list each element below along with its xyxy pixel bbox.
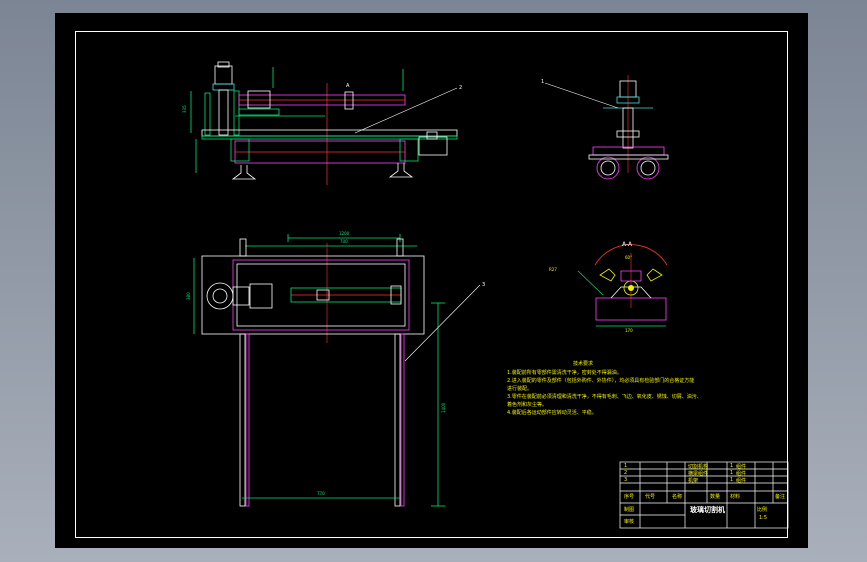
row-qty: 1 bbox=[730, 477, 734, 483]
drawing-sheet: 2 A 335 1 3 1200 700 770 1400 380 A-A R2… bbox=[55, 13, 808, 548]
note-line: 3.零件在装配前必须清理和清洗干净，不得有毛刺、飞边、氧化皮、锈蚀、切屑、油污、 bbox=[507, 394, 702, 400]
callout-3: 3 bbox=[482, 282, 485, 288]
front-view bbox=[190, 61, 458, 185]
row-name: 横梁组件 bbox=[688, 471, 709, 477]
dim-section-r: R27 bbox=[549, 267, 557, 272]
note-line: 进行装配。 bbox=[507, 386, 533, 392]
callout-1: 1 bbox=[541, 79, 544, 85]
note-line: 2.进入装配的零件及部件（包括外购件、外协件），均必须具有检验部门的合格证方能 bbox=[507, 378, 695, 384]
dim-top-width: 1200 bbox=[339, 231, 350, 236]
row-no: 3 bbox=[624, 477, 628, 483]
label-checked: 审核 bbox=[624, 519, 635, 525]
row-material: 组件 bbox=[736, 478, 747, 484]
row-material: 组件 bbox=[736, 464, 747, 470]
title-block: 1 切割机构 1 组件 2 横梁组件 1 组件 3 机架 1 组件 序号 代号 … bbox=[620, 462, 788, 528]
label-drawn: 制图 bbox=[624, 507, 635, 513]
section-marker: A bbox=[346, 83, 350, 89]
plan-view bbox=[193, 234, 481, 507]
header-no: 序号 bbox=[624, 494, 635, 500]
header-material: 材料 bbox=[730, 494, 741, 500]
dim-section-angle: 60° bbox=[625, 255, 632, 260]
callout-2: 2 bbox=[459, 85, 462, 91]
note-line: 4.装配后各运动部件应转动灵活、平稳。 bbox=[507, 410, 597, 416]
section-view bbox=[577, 244, 668, 327]
row-qty: 1 bbox=[730, 470, 734, 476]
header-qty: 数量 bbox=[710, 494, 721, 500]
drawing-title: 玻璃切割机 bbox=[690, 506, 725, 514]
header-name: 名称 bbox=[672, 494, 683, 500]
technical-notes: 技术要求 1.装配前所有零部件需清洗干净，密封处不得漏油。 2.进入装配的零件及… bbox=[507, 360, 759, 417]
note-line: 1.装配前所有零部件需清洗干净，密封处不得漏油。 bbox=[507, 370, 622, 376]
dim-plan-width: 700 bbox=[340, 239, 348, 244]
row-no: 1 bbox=[624, 463, 628, 469]
dim-leg-height: 1400 bbox=[441, 402, 446, 413]
notes-title: 技术要求 bbox=[572, 361, 593, 367]
label-scale: 比例 bbox=[757, 507, 768, 513]
header-code: 代号 bbox=[645, 494, 656, 500]
row-name: 机架 bbox=[688, 478, 699, 484]
header-remark: 备注 bbox=[775, 494, 786, 500]
dim-section-base: 170 bbox=[625, 328, 633, 333]
section-title: A-A bbox=[622, 241, 633, 248]
note-line: 着色剂和灰尘等。 bbox=[507, 402, 548, 408]
row-material: 组件 bbox=[736, 471, 747, 477]
side-view bbox=[544, 75, 669, 180]
dim-plan-height: 380 bbox=[186, 292, 191, 300]
dim-base-width: 770 bbox=[317, 491, 325, 496]
dim-height-left: 335 bbox=[182, 105, 187, 113]
row-no: 2 bbox=[624, 470, 628, 476]
scale-value: 1:5 bbox=[759, 515, 768, 521]
row-qty: 1 bbox=[730, 463, 734, 469]
row-name: 切割机构 bbox=[688, 464, 709, 470]
